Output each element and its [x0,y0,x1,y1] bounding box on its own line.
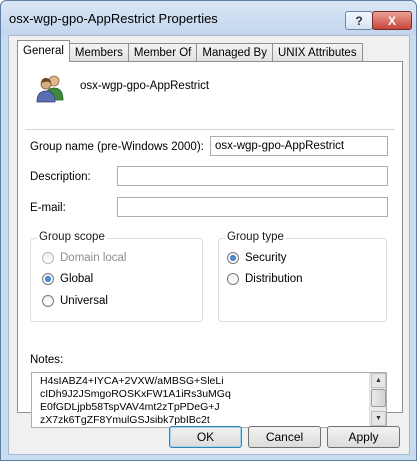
group-type-box: Group type Security Distribution [218,231,387,322]
properties-window: osx-wgp-gpo-AppRestrict Properties ? X G… [0,0,417,461]
title-bar[interactable]: osx-wgp-gpo-AppRestrict Properties ? X [1,1,416,35]
notes-scrollbar[interactable]: ▲ ▼ [369,373,386,427]
domain-local-radio [42,252,54,264]
dialog-client-area: General Members Member Of Managed By UNI… [8,35,410,455]
universal-radio[interactable] [42,295,54,307]
group-scope-legend: Group scope [37,231,107,243]
global-label[interactable]: Global [60,273,93,285]
scope-domain-local-option: Domain local [42,252,126,264]
notes-text[interactable]: H4sIABZ4+IYCA+2VXW/aMBSG+SleLi cIDh9J2JS… [40,375,360,427]
group-name-field[interactable]: osx-wgp-gpo-AppRestrict [210,136,388,156]
window-title: osx-wgp-gpo-AppRestrict Properties [9,11,218,26]
scope-universal-option[interactable]: Universal [42,295,108,307]
close-button[interactable]: X [372,11,412,30]
tab-managed-by[interactable]: Managed By [196,43,273,62]
scroll-thumb[interactable] [371,389,386,407]
group-name-label: Group name (pre-Windows 2000): [30,141,204,153]
distribution-radio[interactable] [227,273,239,285]
email-field[interactable] [117,197,388,217]
object-name: osx-wgp-gpo-AppRestrict [80,80,210,92]
description-label: Description: [30,171,91,183]
tab-member-of[interactable]: Member Of [127,43,198,62]
tab-unix-attributes[interactable]: UNIX Attributes [271,43,363,62]
group-icon [36,75,64,103]
tab-members[interactable]: Members [68,43,129,62]
tab-general[interactable]: General [17,40,70,62]
notes-textarea[interactable]: H4sIABZ4+IYCA+2VXW/aMBSG+SleLi cIDh9J2JS… [31,372,387,428]
apply-button[interactable]: Apply [327,426,400,448]
help-button[interactable]: ? [345,11,373,30]
global-radio[interactable] [42,273,54,285]
group-type-legend: Group type [225,231,286,243]
universal-label[interactable]: Universal [60,295,108,307]
distribution-label[interactable]: Distribution [245,273,303,285]
group-scope-box: Group scope Domain local Global Universa… [30,231,203,322]
security-label[interactable]: Security [245,252,287,264]
domain-local-label: Domain local [60,252,127,264]
email-label: E-mail: [30,202,66,214]
general-tab-panel: osx-wgp-gpo-AppRestrict Group name (pre-… [17,61,403,428]
ok-button[interactable]: OK [169,426,242,448]
notes-label: Notes: [30,354,64,366]
scroll-up-arrow-icon[interactable]: ▲ [371,373,386,388]
scope-global-option[interactable]: Global [42,273,93,285]
security-radio[interactable] [227,252,239,264]
type-distribution-option[interactable]: Distribution [227,273,303,285]
tab-strip: General Members Member Of Managed By UNI… [17,40,363,62]
cancel-button[interactable]: Cancel [248,426,321,448]
description-field[interactable] [117,166,388,186]
separator [25,129,395,130]
scroll-down-arrow-icon[interactable]: ▼ [371,411,386,426]
type-security-option[interactable]: Security [227,252,287,264]
